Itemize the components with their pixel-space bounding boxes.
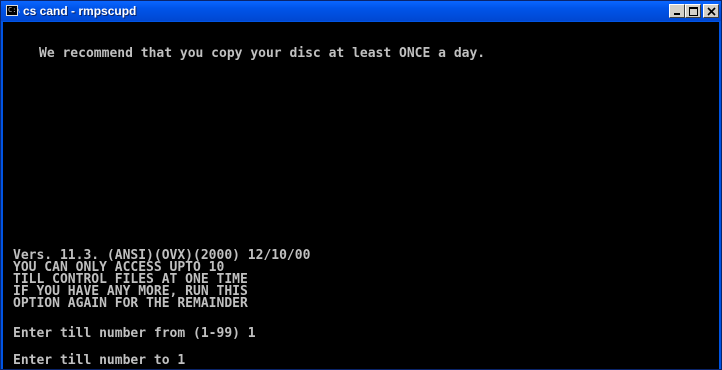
console-output[interactable]: We recommend that you copy your disc at … bbox=[3, 22, 719, 369]
maximize-icon bbox=[689, 7, 698, 16]
minimize-button[interactable] bbox=[669, 4, 685, 18]
console-window: C:\ cs cand - rmpscupd We recommend that… bbox=[0, 0, 722, 370]
close-button[interactable] bbox=[703, 4, 719, 18]
recommendation-text: We recommend that you copy your disc at … bbox=[39, 46, 486, 61]
console-window-icon[interactable]: C:\ bbox=[6, 5, 21, 16]
window-title: cs cand - rmpscupd bbox=[23, 4, 137, 18]
prompt-till-from: Enter till number from (1-99) 1 bbox=[13, 326, 256, 341]
maximize-button[interactable] bbox=[685, 4, 701, 18]
close-icon bbox=[707, 7, 716, 16]
console-icon-glyph: C:\ bbox=[8, 6, 21, 14]
notice-line: OPTION AGAIN FOR THE REMAINDER bbox=[13, 296, 248, 311]
caption-buttons bbox=[669, 3, 719, 19]
minimize-icon bbox=[674, 13, 680, 15]
title-bar[interactable]: C:\ cs cand - rmpscupd bbox=[1, 1, 721, 21]
prompt-till-to[interactable]: Enter till number to 1 bbox=[13, 354, 185, 367]
